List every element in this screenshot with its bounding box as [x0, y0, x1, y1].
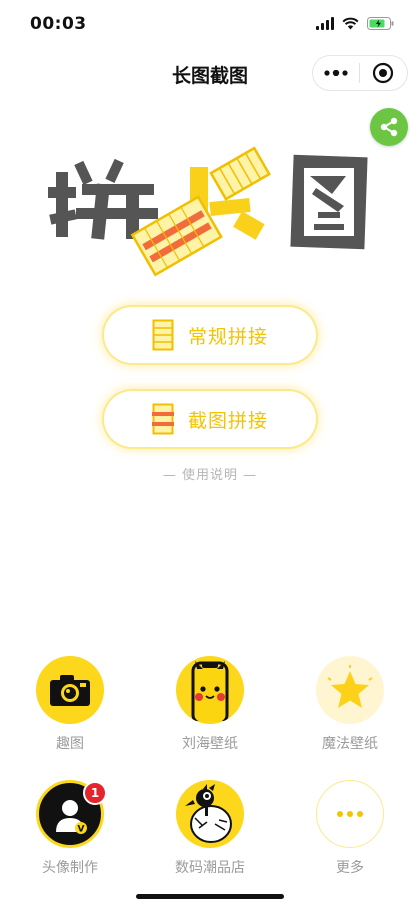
notification-badge: 1	[83, 781, 107, 805]
mini-program-capsule	[312, 55, 408, 91]
grid-label: 更多	[336, 860, 364, 876]
status-icons	[316, 17, 394, 30]
grid-item-magic-wallpaper[interactable]: 魔法壁纸	[280, 656, 420, 753]
bird-icon	[176, 780, 244, 848]
signal-icon	[316, 17, 334, 30]
grid-label: 魔法壁纸	[322, 736, 378, 752]
grid-item-digital-shop[interactable]: 数码潮品店	[140, 780, 280, 877]
screenshot-stitch-button[interactable]: 截图拼接	[104, 391, 316, 447]
star-icon	[316, 656, 384, 724]
dots-icon	[324, 70, 348, 76]
wifi-icon	[342, 17, 359, 30]
regular-stitch-button[interactable]: 常规拼接	[104, 307, 316, 363]
regular-stitch-icon	[152, 319, 174, 351]
status-time: 00:03	[30, 14, 87, 34]
camera-icon	[36, 656, 104, 724]
svg-text:V: V	[78, 825, 85, 835]
status-bar: 00:03	[0, 0, 420, 50]
grid-item-fun-pics[interactable]: 趣图	[0, 656, 140, 753]
nav-bar: 长图截图	[0, 52, 420, 96]
grid-label: 头像制作	[42, 860, 98, 876]
avatar-icon: V 1	[36, 780, 107, 848]
screenshot-stitch-icon	[151, 403, 174, 435]
grid-label: 趣图	[56, 736, 84, 752]
screenshot-stitch-label: 截图拼接	[187, 409, 268, 432]
grid-item-more[interactable]: 更多	[280, 780, 420, 877]
grid-item-notch-wallpaper[interactable]: 刘海壁纸	[140, 656, 280, 753]
more-icon	[316, 780, 384, 848]
usage-instructions-link[interactable]: — 使用说明 —	[0, 464, 420, 483]
grid-label: 刘海壁纸	[182, 736, 238, 752]
battery-icon	[367, 17, 394, 30]
pikachu-phone-icon	[176, 656, 244, 724]
home-indicator[interactable]	[136, 894, 284, 899]
grid-label: 数码潮品店	[175, 860, 245, 876]
regular-stitch-label: 常规拼接	[187, 325, 268, 348]
share-icon	[380, 117, 398, 137]
app-logo	[48, 146, 368, 277]
share-button[interactable]	[370, 108, 408, 146]
close-mini-program-button[interactable]	[360, 56, 406, 90]
target-icon	[372, 62, 394, 84]
more-menu-button[interactable]	[313, 56, 359, 90]
grid-item-avatar-maker[interactable]: V 1 头像制作	[0, 780, 140, 877]
